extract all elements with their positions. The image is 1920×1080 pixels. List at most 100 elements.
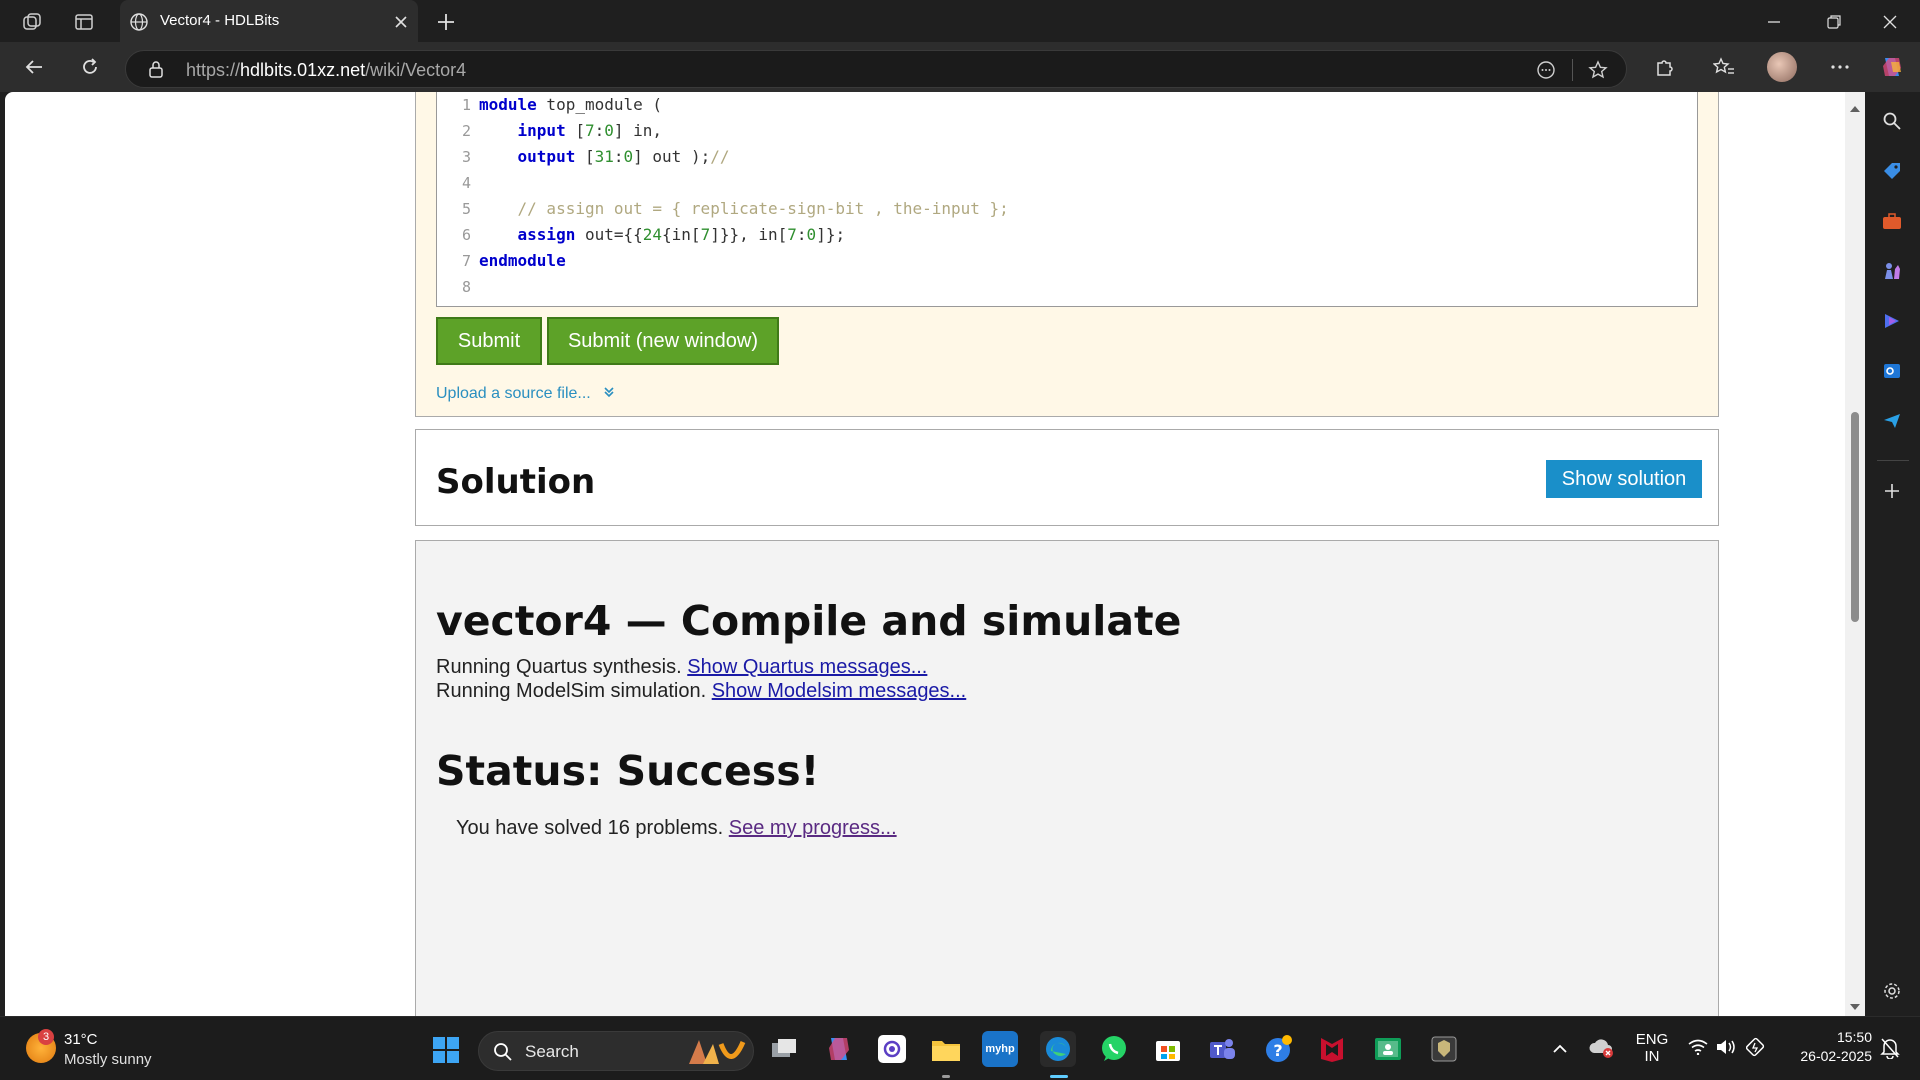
taskbar: 3 31°C Mostly sunny Search myhp ? ENG IN… [0,1016,1920,1080]
page-viewport: 1 module top_module (2 input [7:0] in, 3 o… [5,92,1845,1016]
teams-icon[interactable] [1204,1031,1240,1067]
edge-browser-icon[interactable] [1040,1031,1076,1067]
status-heading: Status: Success! [436,747,820,795]
add-sidebar-app-icon[interactable] [1879,478,1905,504]
code-text: output [31:0] out );// [517,147,730,166]
cloud-error-icon[interactable] [1588,1037,1614,1064]
code-text: // assign out = { replicate-sign-bit , t… [479,199,1009,218]
svg-text:?: ? [1273,1041,1282,1060]
explorer-open-indicator [942,1075,950,1078]
region-code: IN [1644,1048,1660,1065]
refresh-icon[interactable] [76,53,104,81]
security-app-icon[interactable] [1426,1031,1462,1067]
tab-title: Vector4 - HDLBits [160,12,280,29]
taskbar-search[interactable]: Search [478,1031,754,1071]
notification-bell-icon[interactable] [1880,1037,1900,1064]
code-editor[interactable]: 1 module top_module (2 input [7:0] in, 3 o… [436,92,1698,307]
scroll-up-arrow[interactable] [1849,100,1861,118]
back-icon[interactable] [20,53,48,81]
profile-avatar[interactable] [1767,52,1797,82]
code-line[interactable]: 4 [437,170,1697,196]
line-number: 6 [461,226,471,244]
clock[interactable]: 15:50 26-02-2025 [1782,1029,1872,1064]
scroll-down-arrow[interactable] [1849,998,1861,1016]
line-number: 3 [461,148,471,166]
wifi-icon[interactable] [1688,1039,1708,1060]
myhp-icon[interactable]: myhp [982,1031,1018,1067]
restore-icon[interactable] [1820,8,1848,36]
lock-icon[interactable] [146,59,166,79]
whatsapp-icon[interactable] [1096,1031,1132,1067]
task-view-icon[interactable] [766,1031,802,1067]
upload-source-link[interactable]: Upload a source file... [436,385,615,403]
edge-sidebar [1865,92,1920,1016]
close-tab-icon[interactable] [390,11,412,33]
upload-source-label: Upload a source file... [436,385,591,403]
page-scrollbar[interactable] [1845,92,1865,1016]
modelsim-text: Running ModelSim simulation. [436,680,712,702]
weather-badge: 3 [38,1029,54,1045]
address-bar[interactable]: https://hdlbits.01xz.net/wiki/Vector4 [125,50,1627,88]
copilot-sidebar-icon[interactable] [1879,308,1905,334]
code-line[interactable]: 3 output [31:0] out );// [437,144,1697,170]
submit-button[interactable]: Submit [436,317,542,365]
line-number: 4 [461,174,471,192]
copilot-icon[interactable] [1876,51,1908,83]
tools-briefcase-icon[interactable] [1879,208,1905,234]
shopping-tag-icon[interactable] [1879,158,1905,184]
scroll-thumb[interactable] [1851,412,1859,622]
code-line[interactable]: 6 assign out={{24{in[7]}}, in[7:0]}; [437,222,1697,248]
extensions-icon[interactable] [1650,53,1678,81]
search-icon [493,1042,513,1067]
windows-start-icon[interactable] [432,1036,460,1064]
favorites-icon[interactable] [1710,53,1738,81]
file-explorer-icon[interactable] [928,1031,964,1067]
language-indicator[interactable]: ENG IN [1632,1031,1672,1065]
copilot-app-icon[interactable] [820,1031,856,1067]
modelsim-line: Running ModelSim simulation. Show Models… [436,680,966,703]
mcafee-icon[interactable] [1314,1031,1350,1067]
url-text[interactable]: https://hdlbits.01xz.net/wiki/Vector4 [186,60,466,81]
result-panel: vector4 — Compile and simulate Running Q… [415,540,1719,1016]
app-ring-icon[interactable] [874,1031,910,1067]
line-number: 5 [461,200,471,218]
minimize-icon[interactable] [1760,8,1788,36]
code-line[interactable]: 7 endmodule [437,248,1697,274]
send-icon[interactable] [1879,408,1905,434]
edge-active-indicator [1050,1075,1068,1078]
quartus-line: Running Quartus synthesis. Show Quartus … [436,656,927,679]
code-line[interactable]: 2 input [7:0] in, [437,118,1697,144]
tab-actions-icon[interactable] [70,8,98,36]
modelsim-messages-link[interactable]: Show Modelsim messages... [712,680,967,702]
code-line[interactable]: 1 module top_module ( [437,92,1697,118]
code-line[interactable]: 5 // assign out = { replicate-sign-bit ,… [437,196,1697,222]
weather-temperature[interactable]: 31°C [64,1031,98,1048]
more-options-icon[interactable] [1826,53,1854,81]
settings-gear-icon[interactable] [1879,978,1905,1004]
microsoft-store-icon[interactable] [1150,1031,1186,1067]
close-window-icon[interactable] [1876,8,1904,36]
volume-icon[interactable] [1716,1039,1738,1060]
active-tab[interactable]: Vector4 - HDLBits [120,0,418,42]
get-help-icon[interactable]: ? [1260,1031,1296,1067]
new-tab-icon[interactable] [432,8,460,36]
show-solution-button[interactable]: Show solution [1546,460,1702,498]
classroom-icon[interactable] [1370,1031,1406,1067]
submit-new-window-button[interactable]: Submit (new window) [547,317,779,365]
quartus-messages-link[interactable]: Show Quartus messages... [687,656,927,678]
search-icon[interactable] [1879,108,1905,134]
code-text: endmodule [479,251,566,270]
weather-description[interactable]: Mostly sunny [64,1051,152,1068]
workspaces-icon[interactable] [18,8,46,36]
favorite-star-icon[interactable] [1586,58,1610,82]
reading-view-icon[interactable] [1534,58,1558,82]
progress-link[interactable]: See my progress... [729,817,897,839]
toolbar: https://hdlbits.01xz.net/wiki/Vector4 [0,42,1920,92]
battery-icon[interactable] [1745,1037,1766,1062]
outlook-icon[interactable] [1879,358,1905,384]
games-chess-icon[interactable] [1879,258,1905,284]
clock-time: 15:50 [1836,1029,1872,1045]
show-hidden-icons-chevron[interactable] [1552,1041,1568,1059]
clock-date: 26-02-2025 [1800,1048,1872,1064]
code-line[interactable]: 8 [437,274,1697,300]
